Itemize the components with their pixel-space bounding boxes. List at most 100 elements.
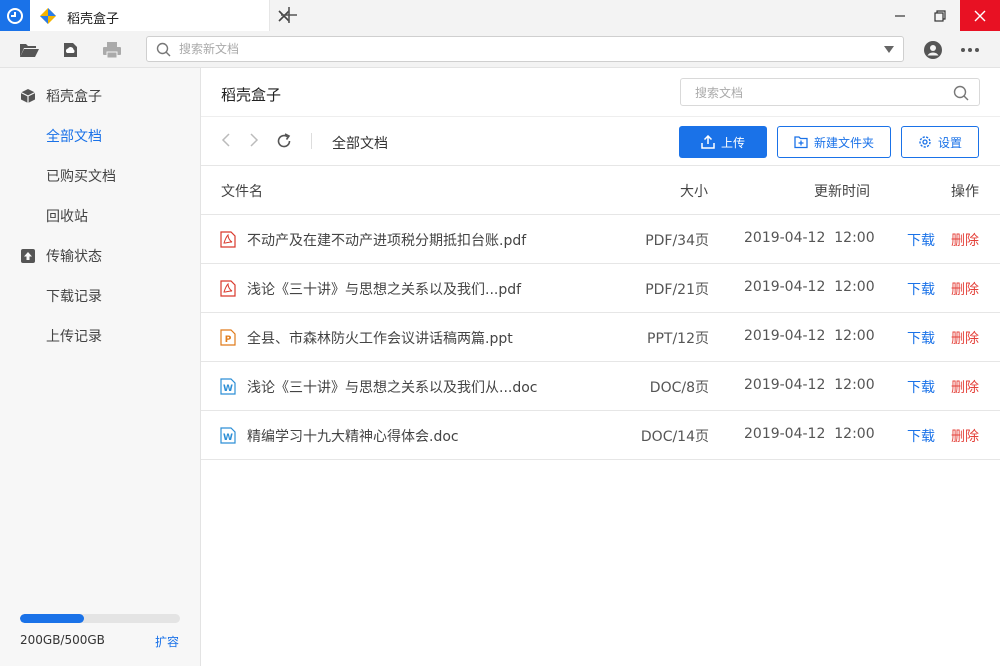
- close-window-button[interactable]: [960, 0, 1000, 31]
- cloud-save-icon[interactable]: [59, 39, 81, 61]
- file-updated-time: 2019-04-12 12:00: [744, 426, 875, 442]
- column-header-time[interactable]: 更新时间: [814, 181, 870, 201]
- download-link[interactable]: 下载: [907, 377, 935, 397]
- title-bar: 稻壳盒子: [0, 0, 1000, 31]
- delete-link[interactable]: 删除: [951, 377, 979, 397]
- upload-button-label: 上传: [720, 135, 745, 150]
- table-row[interactable]: W 精编学习十九大精神心得体会.doc DOC/14页 2019-04-12 12:0…: [201, 411, 1000, 460]
- app-logo-icon: [7, 7, 23, 24]
- forward-arrow-icon[interactable]: [245, 132, 261, 148]
- refresh-icon[interactable]: [275, 132, 293, 150]
- pdf-file-icon: [220, 231, 236, 248]
- column-header-size[interactable]: 大小: [680, 181, 708, 201]
- new-folder-button[interactable]: 新建文件夹: [777, 126, 891, 158]
- sidebar-item-all-docs[interactable]: 全部文档: [0, 116, 200, 156]
- minimize-button[interactable]: [880, 0, 920, 31]
- navigation-row: 全部文档 上传 新建文件夹 设置: [201, 116, 1000, 166]
- svg-text:P: P: [225, 335, 232, 345]
- svg-text:W: W: [223, 384, 233, 394]
- sidebar: 稻壳盒子 全部文档 已购买文档 回收站 传输状态 下载记录 上传记录 200GB…: [0, 68, 201, 666]
- file-size: PPT/12页: [647, 331, 709, 347]
- breadcrumb: 全部文档: [332, 136, 388, 152]
- settings-button-label: 设置: [937, 135, 962, 150]
- daoke-tab-icon: [40, 8, 56, 24]
- storage-progress-bar: [20, 614, 180, 623]
- tab-daoke-box[interactable]: 稻壳盒子: [30, 0, 290, 31]
- back-arrow-icon[interactable]: [219, 132, 235, 148]
- delete-link[interactable]: 删除: [951, 426, 979, 446]
- file-size: PDF/34页: [645, 233, 709, 249]
- gear-icon: [919, 136, 931, 148]
- user-avatar-icon[interactable]: [922, 39, 944, 61]
- doc-search-input[interactable]: [695, 84, 935, 102]
- chevron-down-icon[interactable]: [883, 45, 895, 54]
- restore-button[interactable]: [920, 0, 960, 31]
- sidebar-item-label: 上传记录: [46, 329, 102, 345]
- delete-link[interactable]: 删除: [951, 279, 979, 299]
- search-icon[interactable]: [953, 85, 969, 101]
- table-row[interactable]: 不动产及在建不动产进项税分期抵扣台账.pdf PDF/34页 2019-04-12 …: [201, 215, 1000, 264]
- sidebar-item-transfer-status[interactable]: 传输状态: [0, 236, 200, 276]
- file-name[interactable]: 不动产及在建不动产进项税分期抵扣台账.pdf: [247, 230, 526, 250]
- upload-button[interactable]: 上传: [679, 126, 767, 158]
- sidebar-item-label: 传输状态: [46, 249, 102, 265]
- more-icon[interactable]: [959, 39, 981, 61]
- close-icon: [974, 10, 986, 21]
- toolbar: [0, 31, 1000, 68]
- table-row[interactable]: W 浅论《三十讲》与思想之关系以及我们从...doc DOC/8页 2019-04-1…: [201, 362, 1000, 411]
- storage-progress-fill: [20, 614, 84, 623]
- search-icon: [156, 42, 171, 57]
- file-updated-time: 2019-04-12 12:00: [744, 279, 875, 295]
- sidebar-item-recycle-bin[interactable]: 回收站: [0, 196, 200, 236]
- sidebar-item-label: 下载记录: [46, 289, 102, 305]
- sidebar-item-label: 稻壳盒子: [46, 89, 102, 105]
- ppt-file-icon: P: [220, 329, 236, 346]
- table-header: 文件名 大小 更新时间 操作: [201, 166, 1000, 215]
- new-folder-button-label: 新建文件夹: [813, 135, 874, 150]
- column-header-name[interactable]: 文件名: [221, 181, 263, 201]
- download-link[interactable]: 下载: [907, 230, 935, 250]
- download-link[interactable]: 下载: [907, 328, 935, 348]
- table-row[interactable]: 浅论《三十讲》与思想之关系以及我们...pdf PDF/21页 2019-04-12…: [201, 264, 1000, 313]
- main-panel: 稻壳盒子 全部文档 上传 新建文件夹: [201, 68, 1000, 666]
- sidebar-item-label: 已购买文档: [46, 169, 116, 185]
- new-tab-icon[interactable]: [279, 5, 299, 25]
- delete-link[interactable]: 删除: [951, 328, 979, 348]
- print-icon[interactable]: [101, 39, 123, 61]
- delete-link[interactable]: 删除: [951, 230, 979, 250]
- open-folder-icon[interactable]: [18, 39, 40, 61]
- file-name[interactable]: 精编学习十九大精神心得体会.doc: [247, 426, 459, 446]
- file-updated-time: 2019-04-12 12:00: [744, 230, 875, 246]
- app-logo[interactable]: [0, 0, 30, 31]
- doc-search-box[interactable]: [680, 78, 980, 106]
- svg-text:W: W: [223, 433, 233, 443]
- file-size: DOC/14页: [640, 429, 709, 445]
- column-header-action: 操作: [951, 184, 979, 200]
- page-title: 稻壳盒子: [221, 86, 282, 104]
- settings-button[interactable]: 设置: [901, 126, 979, 158]
- table-row[interactable]: P 全县、市森林防火工作会议讲话稿两篇.ppt PPT/12页 2019-04-12 …: [201, 313, 1000, 362]
- sidebar-item-upload-history[interactable]: 上传记录: [0, 316, 200, 356]
- file-size: DOC/8页: [649, 380, 709, 396]
- minimize-icon: [895, 14, 905, 17]
- restore-icon: [934, 9, 946, 22]
- download-link[interactable]: 下载: [907, 279, 935, 299]
- sidebar-item-download-history[interactable]: 下载记录: [0, 276, 200, 316]
- new-folder-icon: [794, 136, 808, 149]
- file-updated-time: 2019-04-12 12:00: [744, 328, 875, 344]
- sidebar-item-purchased[interactable]: 已购买文档: [0, 156, 200, 196]
- file-name[interactable]: 全县、市森林防火工作会议讲话稿两篇.ppt: [247, 328, 513, 348]
- search-new-docs[interactable]: [146, 36, 904, 62]
- file-size: PDF/21页: [645, 282, 709, 298]
- doc-file-icon: W: [220, 378, 236, 395]
- transfer-icon: [21, 249, 35, 263]
- file-name[interactable]: 浅论《三十讲》与思想之关系以及我们从...doc: [247, 377, 538, 397]
- doc-file-icon: W: [220, 427, 236, 444]
- sidebar-item-daoke-box[interactable]: 稻壳盒子: [0, 76, 200, 116]
- file-name[interactable]: 浅论《三十讲》与思想之关系以及我们...pdf: [247, 279, 521, 299]
- search-input[interactable]: [179, 40, 859, 58]
- expand-storage-link[interactable]: 扩容: [155, 633, 179, 650]
- sidebar-item-label: 回收站: [46, 209, 88, 225]
- sidebar-item-label: 全部文档: [46, 129, 102, 145]
- download-link[interactable]: 下载: [907, 426, 935, 446]
